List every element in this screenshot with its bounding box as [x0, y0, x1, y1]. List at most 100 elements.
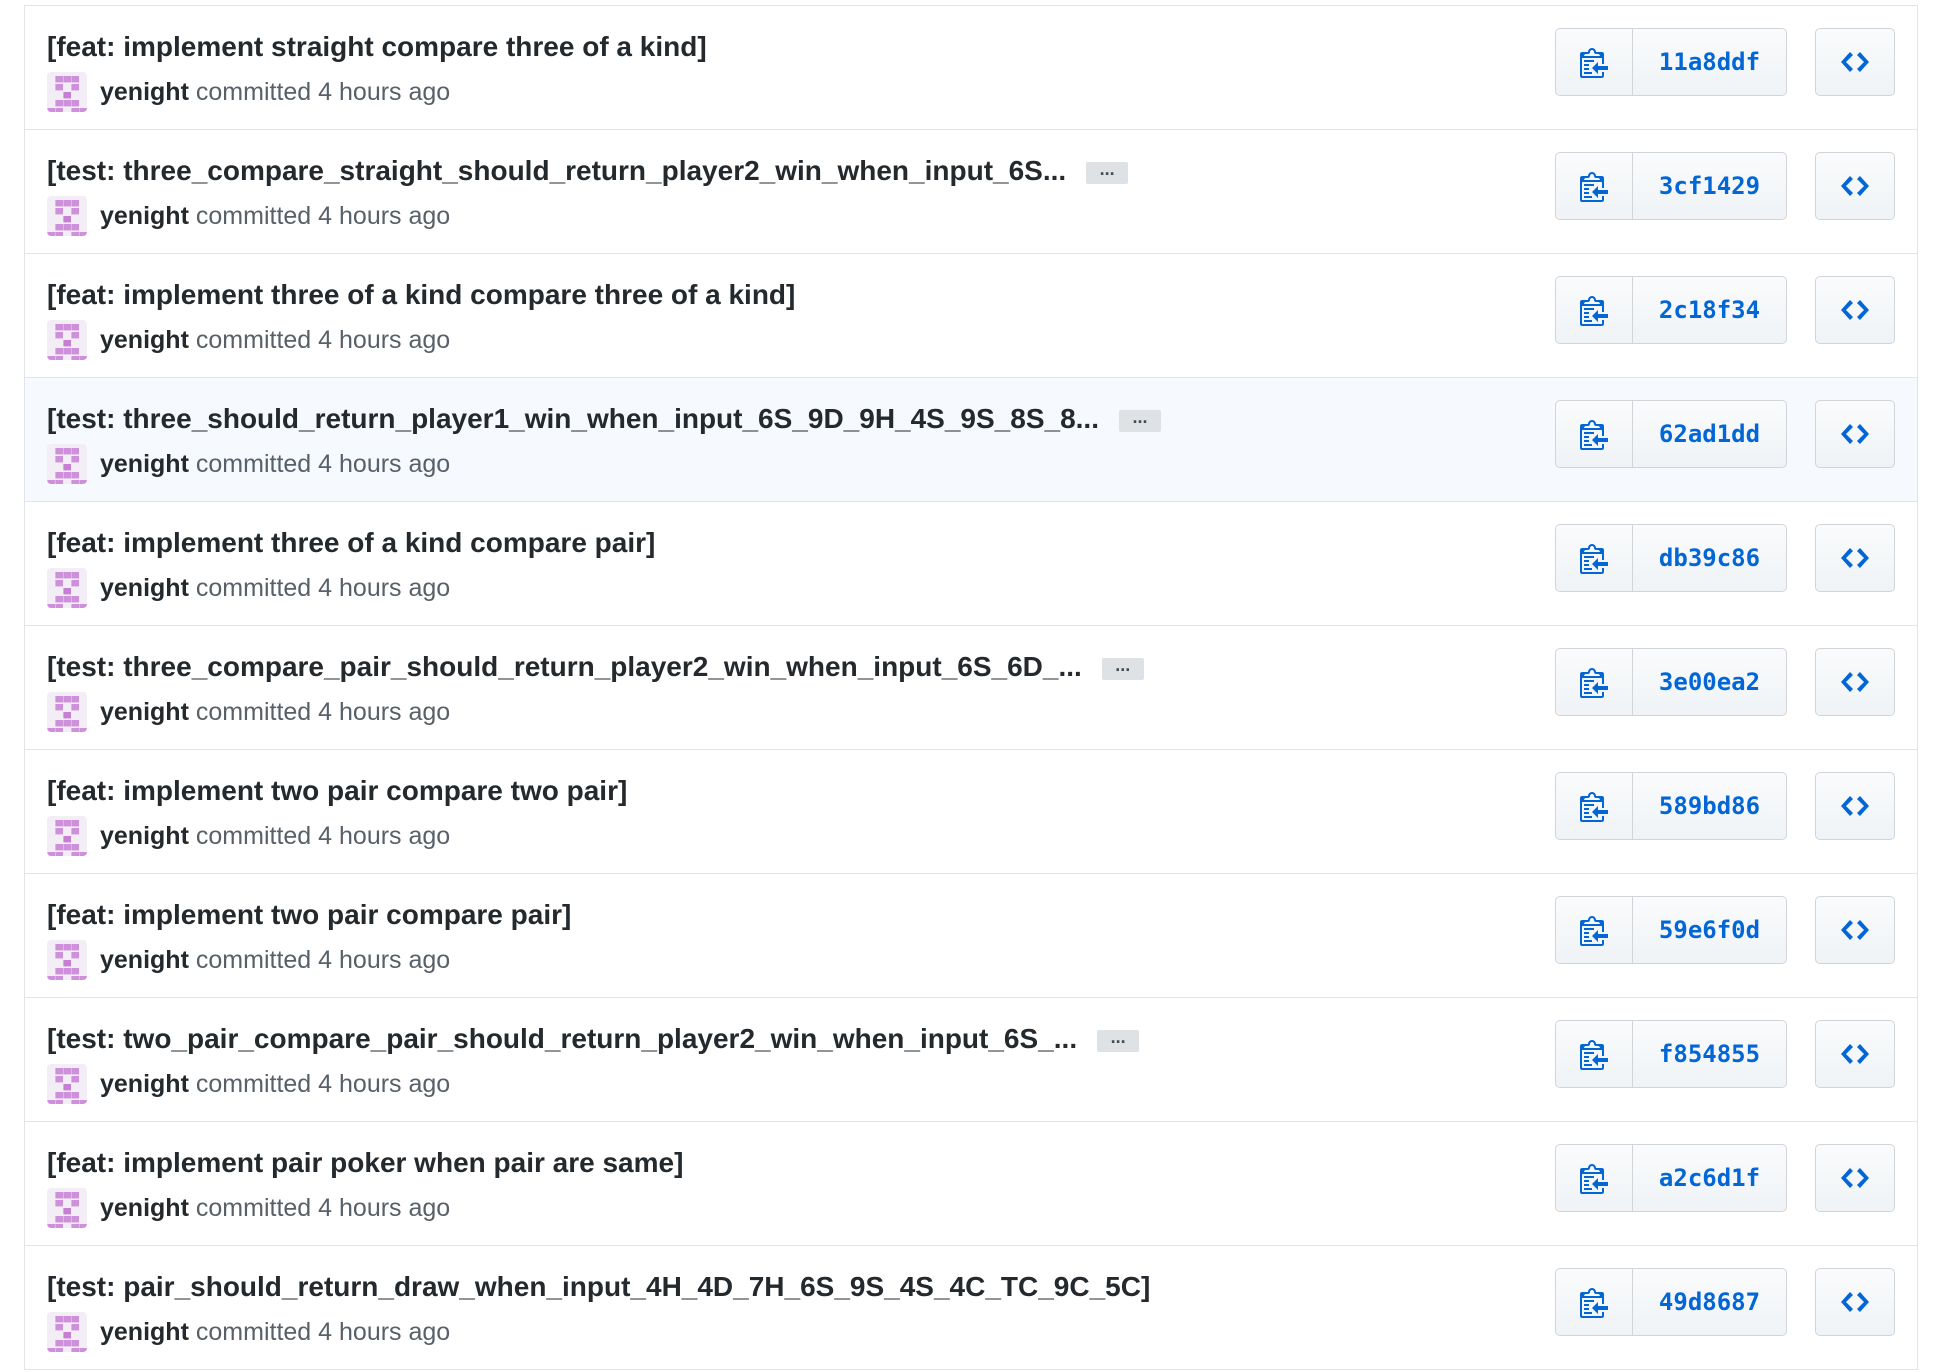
browse-repository-button[interactable] [1815, 1020, 1895, 1088]
copy-sha-button[interactable] [1555, 896, 1633, 964]
commit-sha-link[interactable]: 3cf1429 [1633, 152, 1787, 220]
commit-sha-link[interactable]: db39c86 [1633, 524, 1787, 592]
copy-sha-button[interactable] [1555, 1268, 1633, 1336]
commit-row: [feat: implement two pair compare pair] y… [25, 874, 1917, 998]
clippy-icon [1580, 916, 1608, 946]
avatar[interactable] [47, 816, 87, 856]
ellipsis-icon[interactable]: ... [1118, 408, 1161, 432]
commit-row: [test: pair_should_return_draw_when_inpu… [25, 1246, 1917, 1370]
commit-title-link[interactable]: [test: pair_should_return_draw_when_inpu… [47, 1271, 1150, 1303]
commit-title-link[interactable]: [feat: implement two pair compare pair] [47, 899, 571, 931]
commit-row: [test: three_compare_pair_should_return_… [25, 626, 1917, 750]
copy-sha-button[interactable] [1555, 648, 1633, 716]
commit-author-link[interactable]: yenight [100, 78, 189, 107]
browse-repository-button[interactable] [1815, 276, 1895, 344]
commit-sha-link[interactable]: a2c6d1f [1633, 1144, 1787, 1212]
browse-repository-button[interactable] [1815, 524, 1895, 592]
browse-repository-button[interactable] [1815, 400, 1895, 468]
avatar[interactable] [47, 568, 87, 608]
clippy-icon [1580, 544, 1608, 574]
copy-sha-button[interactable] [1555, 276, 1633, 344]
clippy-icon [1580, 172, 1608, 202]
commit-author-link[interactable]: yenight [100, 1070, 189, 1099]
browse-repository-button[interactable] [1815, 152, 1895, 220]
commit-sha-link[interactable]: 3e00ea2 [1633, 648, 1787, 716]
commit-title-link[interactable]: [feat: implement straight compare three … [47, 31, 707, 63]
commit-title-link[interactable]: [feat: implement three of a kind compare… [47, 279, 795, 311]
commit-author-link[interactable]: yenight [100, 822, 189, 851]
browse-repository-button[interactable] [1815, 772, 1895, 840]
identicon-icon [47, 448, 87, 484]
commit-title-link[interactable]: [feat: implement two pair compare two pa… [47, 775, 627, 807]
commit-author-link[interactable]: yenight [100, 1318, 189, 1347]
commit-time: committed 4 hours ago [195, 201, 451, 230]
commit-title-link[interactable]: [test: three_compare_straight_should_ret… [47, 155, 1066, 187]
commit-title-line: [test: two_pair_compare_pair_should_retu… [47, 1020, 1140, 1058]
commit-meta: yenight committed 4 hours ago [47, 1312, 450, 1352]
commit-title-link[interactable]: [test: two_pair_compare_pair_should_retu… [47, 1023, 1077, 1055]
identicon-icon [47, 1316, 87, 1352]
clippy-icon [1580, 296, 1608, 326]
commit-sha-link[interactable]: 2c18f34 [1633, 276, 1787, 344]
avatar[interactable] [47, 940, 87, 980]
copy-sha-button[interactable] [1555, 400, 1633, 468]
commit-time: committed 4 hours ago [195, 1317, 451, 1346]
commit-author-link[interactable]: yenight [100, 202, 189, 231]
sha-button-group: f854855 [1555, 1020, 1787, 1088]
commit-author-link[interactable]: yenight [100, 326, 189, 355]
commit-meta: yenight committed 4 hours ago [47, 196, 450, 236]
sha-button-group: 3cf1429 [1555, 152, 1787, 220]
code-icon [1841, 672, 1869, 692]
ellipsis-icon[interactable]: ... [1101, 656, 1144, 680]
avatar[interactable] [47, 1188, 87, 1228]
browse-repository-button[interactable] [1815, 648, 1895, 716]
commit-sha-link[interactable]: 589bd86 [1633, 772, 1787, 840]
copy-sha-button[interactable] [1555, 1020, 1633, 1088]
commit-author-link[interactable]: yenight [100, 450, 189, 479]
commit-sha-link[interactable]: f854855 [1633, 1020, 1787, 1088]
commit-row: [feat: implement two pair compare two pa… [25, 750, 1917, 874]
sha-button-group: 2c18f34 [1555, 276, 1787, 344]
identicon-icon [47, 696, 87, 732]
commit-title-link[interactable]: [feat: implement three of a kind compare… [47, 527, 655, 559]
browse-repository-button[interactable] [1815, 1144, 1895, 1212]
commit-sha-link[interactable]: 49d8687 [1633, 1268, 1787, 1336]
browse-repository-button[interactable] [1815, 28, 1895, 96]
avatar[interactable] [47, 196, 87, 236]
commit-row: [feat: implement straight compare three … [25, 6, 1917, 130]
avatar[interactable] [47, 1312, 87, 1352]
avatar[interactable] [47, 320, 87, 360]
commit-author-link[interactable]: yenight [100, 698, 189, 727]
commit-sha-link[interactable]: 62ad1dd [1633, 400, 1787, 468]
copy-sha-button[interactable] [1555, 1144, 1633, 1212]
copy-sha-button[interactable] [1555, 524, 1633, 592]
commit-sha-link[interactable]: 11a8ddf [1633, 28, 1787, 96]
clippy-icon [1580, 1288, 1608, 1318]
commit-author-link[interactable]: yenight [100, 1194, 189, 1223]
commit-row: [feat: implement three of a kind compare… [25, 254, 1917, 378]
commit-meta: yenight committed 4 hours ago [47, 568, 450, 608]
copy-sha-button[interactable] [1555, 152, 1633, 220]
ellipsis-icon[interactable]: ... [1086, 160, 1129, 184]
code-icon [1841, 1044, 1869, 1064]
commit-time: committed 4 hours ago [195, 945, 451, 974]
avatar[interactable] [47, 444, 87, 484]
commit-row: [test: two_pair_compare_pair_should_retu… [25, 998, 1917, 1122]
commit-title-link[interactable]: [test: three_compare_pair_should_return_… [47, 651, 1082, 683]
commit-author-link[interactable]: yenight [100, 574, 189, 603]
ellipsis-icon[interactable]: ... [1097, 1028, 1140, 1052]
browse-repository-button[interactable] [1815, 896, 1895, 964]
clippy-icon [1580, 1040, 1608, 1070]
code-icon [1841, 920, 1869, 940]
avatar[interactable] [47, 1064, 87, 1104]
commit-sha-link[interactable]: 59e6f0d [1633, 896, 1787, 964]
avatar[interactable] [47, 72, 87, 112]
commit-author-link[interactable]: yenight [100, 946, 189, 975]
copy-sha-button[interactable] [1555, 28, 1633, 96]
copy-sha-button[interactable] [1555, 772, 1633, 840]
avatar[interactable] [47, 692, 87, 732]
commit-title-link[interactable]: [feat: implement pair poker when pair ar… [47, 1147, 683, 1179]
commit-title-link[interactable]: [test: three_should_return_player1_win_w… [47, 403, 1099, 435]
sha-button-group: 49d8687 [1555, 1268, 1787, 1336]
browse-repository-button[interactable] [1815, 1268, 1895, 1336]
